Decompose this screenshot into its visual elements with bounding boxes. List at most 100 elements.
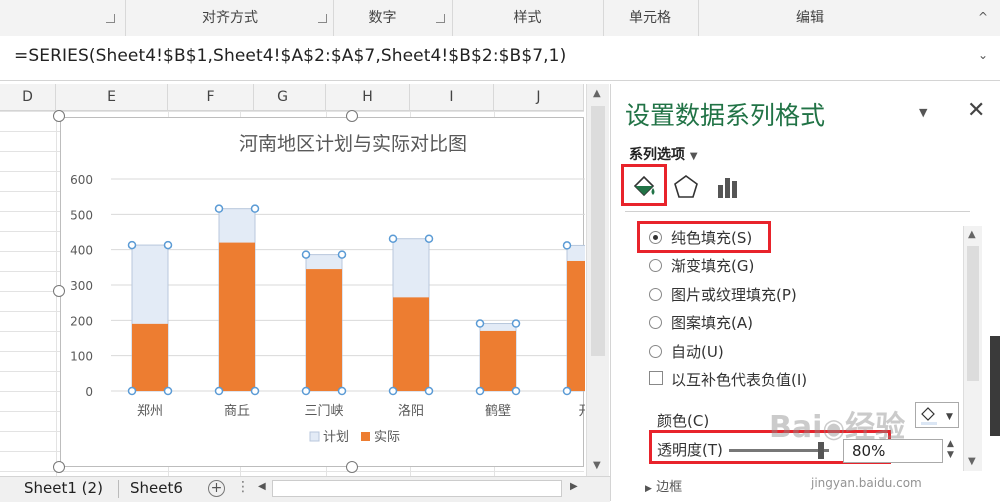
vertical-scrollbar[interactable]: ▲ ▼ — [586, 84, 609, 476]
sheet-tab[interactable]: Sheet6 — [124, 477, 189, 501]
scroll-down-icon[interactable]: ▼ — [593, 460, 601, 471]
scroll-up-icon[interactable]: ▲ — [593, 88, 601, 99]
ribbon-group-cells[interactable]: 单元格 — [605, 0, 695, 36]
scroll-thumb[interactable] — [591, 106, 605, 356]
ribbon-group-number[interactable]: 数字 — [335, 0, 430, 36]
resize-handle[interactable] — [53, 461, 65, 473]
gradient-fill-label[interactable]: 渐变填充(G) — [671, 255, 754, 276]
resize-handle[interactable] — [346, 461, 358, 473]
selection-handle — [475, 319, 485, 328]
collapse-ribbon-icon[interactable]: ^ — [978, 10, 988, 24]
selection-handle — [511, 386, 521, 396]
x-tick-label: 三门峡 — [304, 404, 343, 419]
chart-title: 河南地区计划与实际对比图 — [239, 133, 467, 155]
selection-handle — [424, 386, 434, 396]
selection-handle — [562, 241, 572, 250]
scroll-right-icon[interactable]: ▶ — [570, 481, 578, 492]
column-header-i[interactable]: I — [410, 84, 494, 110]
sheet-tab[interactable]: Sheet1 (2) — [18, 477, 109, 501]
y-tick-label: 400 — [70, 244, 93, 258]
more-options-icon[interactable]: ⋮ — [236, 479, 250, 495]
legend-label-plan: 计划 — [323, 430, 349, 445]
picture-fill-radio[interactable] — [649, 288, 662, 301]
scroll-left-icon[interactable]: ◀ — [258, 481, 266, 492]
transparency-slider[interactable] — [729, 449, 829, 452]
series-options-dropdown[interactable]: 系列选项 ▼ — [629, 144, 698, 164]
side-tool-strip[interactable] — [990, 336, 1000, 436]
selection-handle — [562, 386, 572, 396]
sheet-tab-bar: Sheet1 (2) Sheet6 + ⋮ ◀ ▶ — [0, 476, 610, 502]
gradient-fill-radio[interactable] — [649, 259, 662, 272]
pane-options-dropdown-icon[interactable]: ▼ — [919, 106, 927, 119]
bar-actual — [219, 242, 255, 391]
grid-row-line — [0, 111, 584, 112]
pane-scroll-thumb[interactable] — [967, 246, 979, 381]
grid-row-line — [0, 471, 584, 472]
column-header-g[interactable]: G — [240, 84, 326, 110]
legend-label-actual: 实际 — [374, 430, 400, 445]
solid-fill-label[interactable]: 纯色填充(S) — [671, 227, 752, 248]
automatic-fill-label[interactable]: 自动(U) — [671, 341, 724, 362]
column-header-h[interactable]: H — [326, 84, 410, 110]
y-tick-label: 300 — [70, 279, 93, 293]
pattern-fill-label[interactable]: 图案填充(A) — [671, 312, 753, 333]
picture-fill-label[interactable]: 图片或纹理填充(P) — [671, 284, 797, 305]
selection-handle — [388, 234, 398, 243]
add-sheet-icon[interactable]: + — [208, 480, 225, 497]
chart-svg[interactable]: 河南地区计划与实际对比图 600 500 400 300 200 100 0 郑州 商丘 三门峡 洛阳… — [61, 118, 608, 468]
selection-handle — [214, 386, 224, 396]
invert-if-negative-checkbox[interactable] — [649, 371, 663, 385]
ribbon-group-editing[interactable]: 编辑 — [700, 0, 920, 36]
border-label: 边框 — [656, 480, 683, 495]
column-header-e[interactable]: E — [56, 84, 168, 110]
divider — [625, 211, 970, 212]
dialog-launcher-icon[interactable] — [318, 14, 327, 23]
effects-icon[interactable] — [671, 172, 701, 202]
column-header-j[interactable]: J — [494, 84, 584, 110]
chevron-down-icon: ▼ — [689, 151, 698, 162]
close-icon[interactable]: ✕ — [967, 98, 985, 123]
column-header-d[interactable]: D — [0, 84, 56, 110]
horizontal-scrollbar[interactable] — [272, 480, 562, 497]
resize-handle[interactable] — [53, 110, 65, 122]
series-options-icon[interactable] — [713, 172, 743, 202]
formula-input[interactable]: =SERIES(Sheet4!$B$1,Sheet4!$A$2:$A$7,She… — [14, 46, 566, 66]
watermark-url: jingyan.baidu.com — [811, 476, 922, 490]
ribbon-group-alignment[interactable]: 对齐方式 — [130, 0, 330, 36]
spinner-icon[interactable]: ▲ ▼ — [947, 439, 954, 461]
expand-formula-bar-icon[interactable]: ⌄ — [978, 48, 988, 62]
selection-handle — [214, 204, 224, 213]
border-section-label[interactable]: ▶ 边框 — [645, 476, 682, 495]
pane-title: 设置数据系列格式 — [625, 101, 826, 130]
pattern-fill-radio[interactable] — [649, 316, 662, 329]
dialog-launcher-icon[interactable] — [106, 14, 115, 23]
selection-handle — [127, 240, 137, 250]
x-tick-label: 郑州 — [137, 404, 163, 419]
baidu-watermark-logo: Bai◉经验 — [769, 410, 906, 445]
pane-scrollbar[interactable]: ▲ ▼ — [963, 226, 982, 471]
resize-handle[interactable] — [53, 285, 65, 297]
y-tick-label: 500 — [70, 208, 93, 222]
selection-handle — [163, 240, 173, 250]
series-options-label: 系列选项 — [629, 147, 685, 163]
fill-color-button[interactable]: ▼ — [915, 402, 959, 428]
formula-bar: =SERIES(Sheet4!$B$1,Sheet4!$A$2:$A$7,She… — [0, 36, 1000, 81]
dialog-launcher-icon[interactable] — [436, 14, 445, 23]
ribbon-group-styles[interactable]: 样式 — [455, 0, 600, 36]
color-label: 颜色(C) — [657, 412, 710, 430]
column-headers: D E F G H I J — [0, 84, 584, 111]
fill-line-icon[interactable] — [629, 172, 659, 202]
automatic-fill-radio[interactable] — [649, 345, 662, 358]
resize-handle[interactable] — [346, 110, 358, 122]
scroll-down-icon[interactable]: ▼ — [968, 456, 976, 467]
selection-handle — [301, 386, 311, 396]
scroll-up-icon[interactable]: ▲ — [968, 229, 976, 240]
solid-fill-radio[interactable] — [649, 231, 662, 244]
selection-handle — [250, 386, 260, 396]
selection-handle — [250, 204, 260, 213]
invert-if-negative-label[interactable]: 以互补色代表负值(I) — [671, 369, 807, 390]
selection-handle — [511, 319, 521, 328]
paint-bucket-icon: ▼ — [921, 407, 953, 425]
chart-area[interactable]: 河南地区计划与实际对比图 600 500 400 300 200 100 0 郑州 商丘 三门峡 洛阳… — [60, 117, 608, 468]
y-tick-label: 600 — [70, 173, 93, 187]
